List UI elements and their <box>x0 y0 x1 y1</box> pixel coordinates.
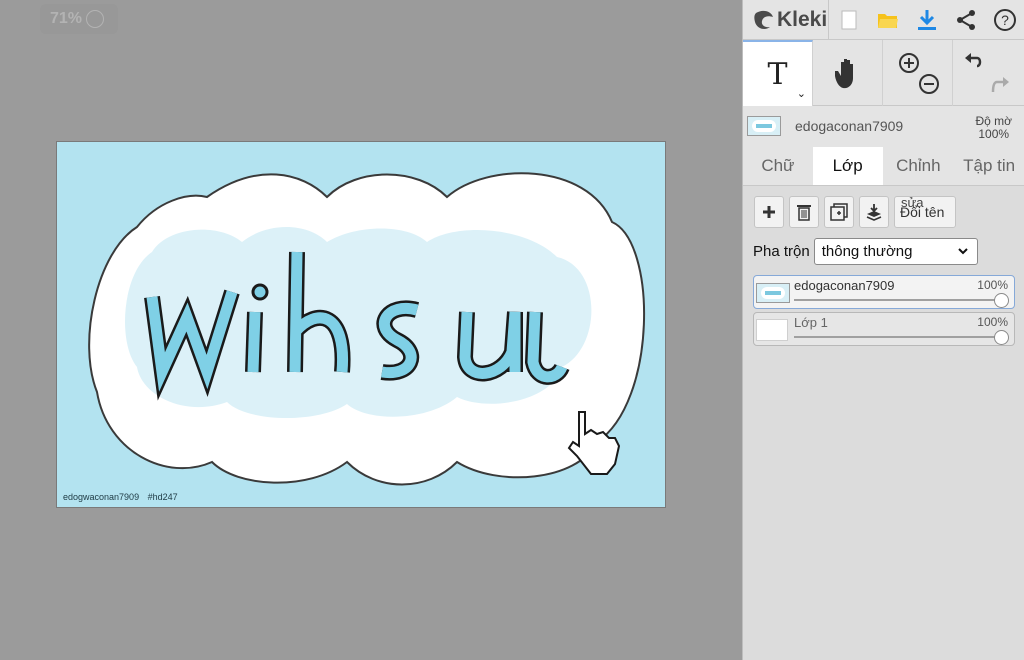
zoom-reset-icon[interactable] <box>86 10 105 28</box>
merge-layer-button[interactable] <box>859 196 889 228</box>
rename-button-label: Đổi tên <box>900 204 945 220</box>
letter-i1-dot <box>251 283 269 301</box>
history-tools <box>953 40 1023 106</box>
rename-layer-button[interactable]: sửa Đổi tên <box>894 195 956 228</box>
open-folder-icon <box>877 13 898 28</box>
layer-name: Lớp 1 <box>794 315 828 330</box>
layer-thumbnail <box>756 283 790 303</box>
tab-adjust[interactable]: Chỉnh <box>883 147 955 185</box>
layer-opacity-slider[interactable] <box>794 336 1008 338</box>
letter-i1-fill <box>247 311 261 373</box>
merge-down-icon <box>866 204 882 221</box>
trash-icon <box>797 205 811 221</box>
chevron-down-icon <box>958 248 968 255</box>
right-panel: Kleki ? T ⌄ edogaconan7909 Độ mờ 100% Ch… <box>742 0 1024 660</box>
share-button[interactable] <box>946 0 985 40</box>
active-layer-thumbnail <box>747 116 781 136</box>
text-tool[interactable]: T ⌄ <box>743 40 813 106</box>
new-file-button[interactable] <box>829 0 868 40</box>
duplicate-layer-button[interactable] <box>824 196 854 228</box>
blend-mode-row: Pha trộn thông thường <box>753 238 1014 265</box>
layers-panel: sửa Đổi tên Pha trộn thông thường edogac… <box>743 186 1024 346</box>
layer-opacity: 100% <box>977 315 1008 329</box>
top-toolbar: Kleki ? <box>743 0 1024 40</box>
tab-file[interactable]: Tập tin <box>954 147 1024 185</box>
zoom-label: 71% <box>50 10 83 27</box>
layer-thumbnail <box>756 319 788 341</box>
plus-icon <box>763 206 775 218</box>
canvas-watermark: edogwaconan7909 #hd247 <box>63 492 178 502</box>
layer-opacity-knob[interactable] <box>994 293 1009 308</box>
tab-layers[interactable]: Lớp <box>812 147 883 185</box>
layer-opacity-knob[interactable] <box>994 330 1009 345</box>
canvas-artwork <box>88 172 646 486</box>
hand-tool[interactable] <box>813 40 883 106</box>
layer-item-lop-1[interactable]: Lớp 1 100% <box>753 312 1015 346</box>
redo-icon <box>991 77 1009 93</box>
zoom-in-icon <box>898 53 919 73</box>
opacity-value: 100% <box>978 127 1010 141</box>
blend-mode-select[interactable]: thông thường <box>813 238 978 265</box>
add-layer-button[interactable] <box>754 196 784 228</box>
layer-opacity: 100% <box>977 278 1008 292</box>
zoom-out-icon <box>918 74 939 94</box>
blend-mode-value: thông thường <box>821 243 913 260</box>
chevron-down-icon[interactable]: ⌄ <box>797 87 806 100</box>
canvas-area[interactable]: 71% edogwaconan7909 #hd247 <box>0 0 742 660</box>
layer-opacity-slider[interactable] <box>794 299 1008 301</box>
drawing-canvas[interactable]: edogwaconan7909 #hd247 <box>56 141 666 508</box>
watermark-tag: #hd247 <box>147 492 178 502</box>
help-icon: ? <box>993 8 1016 31</box>
duplicate-icon <box>830 203 848 221</box>
zoom-buttons <box>898 53 939 94</box>
zoom-indicator[interactable]: 71% <box>40 4 118 34</box>
delete-layer-button[interactable] <box>789 196 819 228</box>
new-file-icon <box>841 10 856 29</box>
help-button[interactable]: ? <box>985 0 1024 40</box>
svg-text:?: ? <box>1001 12 1009 28</box>
layer-item-edogaconan7909[interactable]: edogaconan7909 100% <box>753 275 1015 309</box>
panel-tabs: Chữ Lớp Chỉnh Tập tin <box>743 146 1024 186</box>
watermark-user: edogwaconan7909 <box>63 492 140 502</box>
text-tool-icon: T <box>767 56 788 92</box>
undo-redo-buttons <box>965 53 1009 93</box>
opacity-display: Độ mờ 100% <box>975 115 1012 141</box>
tab-text[interactable]: Chữ <box>743 147 813 185</box>
undo-icon <box>965 53 982 68</box>
zoom-tools <box>883 40 953 106</box>
download-button[interactable] <box>907 0 946 40</box>
blend-mode-label: Pha trộn <box>753 243 810 260</box>
kleki-logo-icon <box>754 10 773 29</box>
hand-icon <box>834 59 853 89</box>
layer-toolbar: sửa Đổi tên <box>754 195 1014 228</box>
download-icon <box>917 9 936 30</box>
layer-name: edogaconan7909 <box>794 278 895 293</box>
kleki-logo[interactable]: Kleki <box>743 0 829 40</box>
share-icon <box>956 9 975 30</box>
tool-row: T ⌄ <box>743 40 1024 106</box>
active-layer-info: edogaconan7909 Độ mờ 100% <box>743 106 1024 146</box>
open-folder-button[interactable] <box>868 0 907 40</box>
logo-text: Kleki <box>777 7 828 31</box>
active-layer-name: edogaconan7909 <box>795 118 904 134</box>
